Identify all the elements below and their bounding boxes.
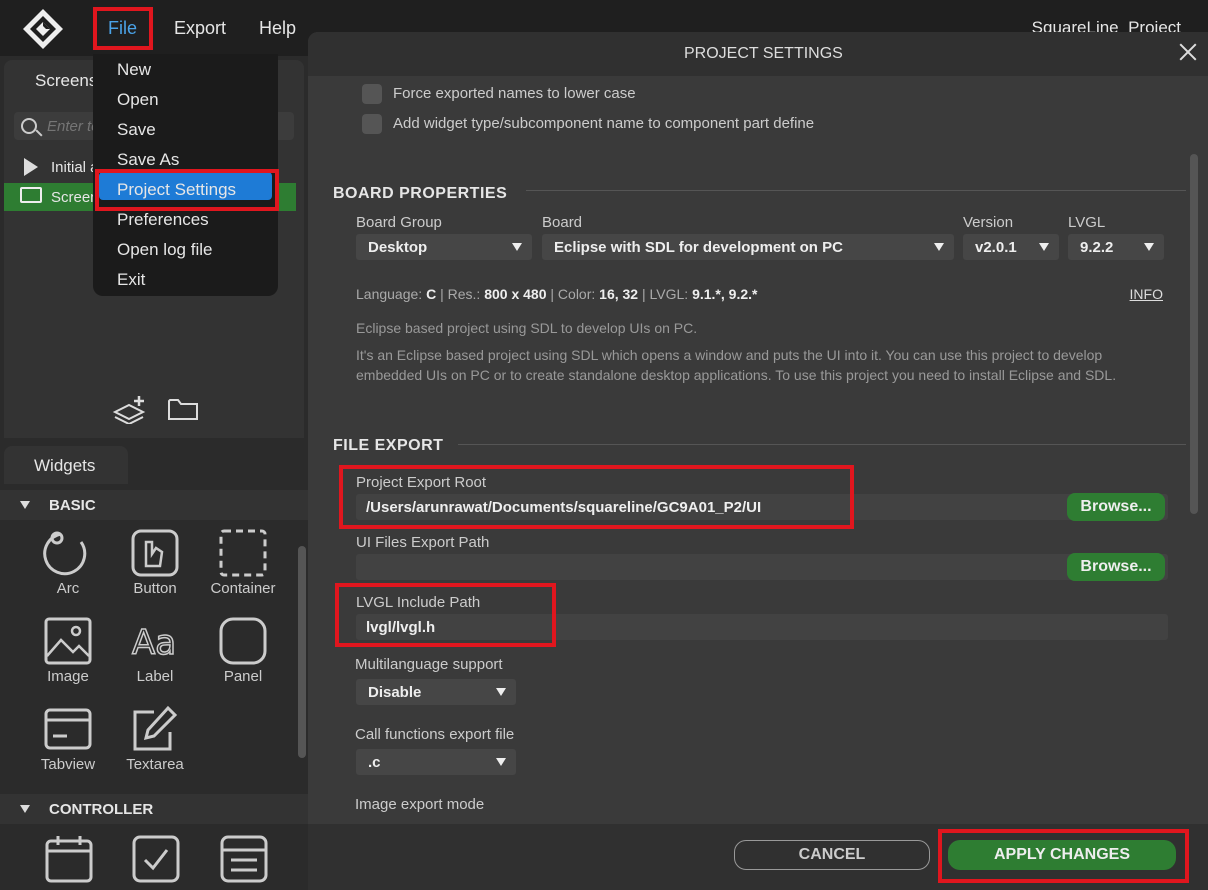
ui-files-path-label: UI Files Export Path bbox=[356, 534, 490, 551]
board-label: Board bbox=[542, 214, 583, 231]
board-info-line: Language: C | Res.: 800 x 480 | Color: 1… bbox=[356, 286, 758, 302]
menu-item-preferences[interactable]: Preferences bbox=[117, 210, 209, 230]
call-functions-select[interactable]: .c bbox=[356, 749, 516, 775]
call-functions-label: Call functions export file bbox=[355, 726, 515, 743]
monitor-icon bbox=[20, 187, 42, 203]
dialog-title: PROJECT SETTINGS bbox=[684, 45, 843, 62]
project-settings-dialog: PROJECT SETTINGS Force exported names to… bbox=[308, 32, 1208, 890]
board-group-select[interactable]: Desktop bbox=[356, 234, 532, 260]
caret-down-icon bbox=[1144, 243, 1154, 251]
menu-item-save[interactable]: Save bbox=[117, 120, 156, 140]
label-icon: Aa bbox=[131, 622, 177, 664]
highlight-export-root bbox=[339, 465, 854, 529]
section-divider bbox=[458, 444, 1186, 445]
category-controller[interactable]: CONTROLLER bbox=[0, 794, 308, 824]
menu-item-open[interactable]: Open bbox=[117, 90, 159, 110]
squareline-logo-icon[interactable] bbox=[22, 8, 64, 50]
checkbox-icon[interactable] bbox=[131, 834, 181, 884]
lvgl-select[interactable]: 9.2.2 bbox=[1068, 234, 1164, 260]
close-icon[interactable] bbox=[1178, 42, 1198, 62]
board-group-label: Board Group bbox=[356, 214, 442, 231]
tab-widgets[interactable]: Widgets bbox=[4, 446, 128, 484]
menu-item-open-log-file[interactable]: Open log file bbox=[117, 240, 212, 260]
checkbox[interactable] bbox=[362, 114, 382, 134]
multilanguage-label: Multilanguage support bbox=[355, 656, 503, 673]
dialog-header: PROJECT SETTINGS bbox=[308, 32, 1208, 76]
version-label: Version bbox=[963, 214, 1014, 231]
menu-item-save-as[interactable]: Save As bbox=[117, 150, 179, 170]
widget-textarea[interactable]: Textarea bbox=[115, 704, 195, 784]
highlight-project-settings bbox=[95, 169, 279, 211]
menu-export[interactable]: Export bbox=[174, 18, 226, 39]
button-icon bbox=[131, 529, 179, 577]
menu-item-exit[interactable]: Exit bbox=[117, 270, 145, 290]
widgets-panel: BASIC Arc Button Container Image Aa Labe… bbox=[0, 484, 308, 890]
highlight-apply-changes bbox=[938, 829, 1189, 883]
category-basic[interactable]: BASIC bbox=[0, 490, 308, 520]
dialog-scrollbar[interactable] bbox=[1190, 154, 1198, 514]
checkbox[interactable] bbox=[362, 84, 382, 104]
tabview-icon bbox=[44, 708, 92, 750]
board-select[interactable]: Eclipse with SDL for development on PC bbox=[542, 234, 954, 260]
menu-item-new[interactable]: New bbox=[117, 60, 151, 80]
browse-ui-files-button[interactable]: Browse... bbox=[1067, 553, 1165, 581]
lvgl-label: LVGL bbox=[1068, 214, 1106, 231]
section-board-properties: BOARD PROPERTIES bbox=[333, 185, 508, 202]
version-select[interactable]: v2.0.1 bbox=[963, 234, 1059, 260]
caret-down-icon bbox=[496, 758, 506, 766]
cancel-button[interactable]: CANCEL bbox=[734, 840, 930, 870]
panel-icon bbox=[219, 617, 267, 665]
board-long-description: It's an Eclipse based project using SDL … bbox=[356, 347, 1117, 383]
widget-container[interactable]: Container bbox=[203, 528, 283, 608]
folder-icon[interactable] bbox=[168, 398, 198, 420]
image-export-label: Image export mode bbox=[355, 796, 485, 813]
widget-image[interactable]: Image bbox=[28, 616, 108, 696]
search-icon bbox=[21, 118, 37, 134]
widget-button[interactable]: Button bbox=[115, 528, 195, 608]
arc-icon bbox=[43, 531, 87, 576]
textarea-icon bbox=[133, 705, 178, 751]
caret-down-icon bbox=[1039, 243, 1049, 251]
highlight-file-menu bbox=[93, 7, 153, 50]
multilanguage-select[interactable]: Disable bbox=[356, 679, 516, 705]
ui-files-path-input[interactable] bbox=[356, 554, 1168, 580]
container-icon bbox=[219, 529, 267, 577]
browse-export-root-button[interactable]: Browse... bbox=[1067, 493, 1165, 521]
widget-panel[interactable]: Panel bbox=[203, 616, 283, 696]
caret-down-icon bbox=[934, 243, 944, 251]
caret-down-icon bbox=[496, 688, 506, 696]
image-icon bbox=[44, 617, 92, 665]
info-link[interactable]: INFO bbox=[1130, 286, 1163, 302]
section-divider bbox=[526, 190, 1186, 191]
play-icon bbox=[24, 158, 38, 176]
collapse-arrow-icon bbox=[20, 805, 30, 813]
collapse-arrow-icon bbox=[20, 501, 30, 509]
calendar-icon[interactable] bbox=[44, 834, 94, 884]
caret-down-icon bbox=[512, 243, 522, 251]
section-file-export: FILE EXPORT bbox=[333, 437, 444, 454]
widget-arc[interactable]: Arc bbox=[28, 528, 108, 608]
add-screen-icon[interactable] bbox=[112, 396, 146, 424]
svg-text:Aa: Aa bbox=[132, 623, 176, 663]
menu-help[interactable]: Help bbox=[259, 18, 296, 39]
highlight-lvgl-include bbox=[335, 583, 556, 647]
widgets-scrollbar[interactable] bbox=[298, 546, 306, 758]
board-short-description: Eclipse based project using SDL to devel… bbox=[356, 320, 698, 336]
widget-tabview[interactable]: Tabview bbox=[28, 704, 108, 784]
widget-label[interactable]: Aa Label bbox=[115, 616, 195, 696]
dropdown-icon[interactable] bbox=[219, 834, 269, 884]
